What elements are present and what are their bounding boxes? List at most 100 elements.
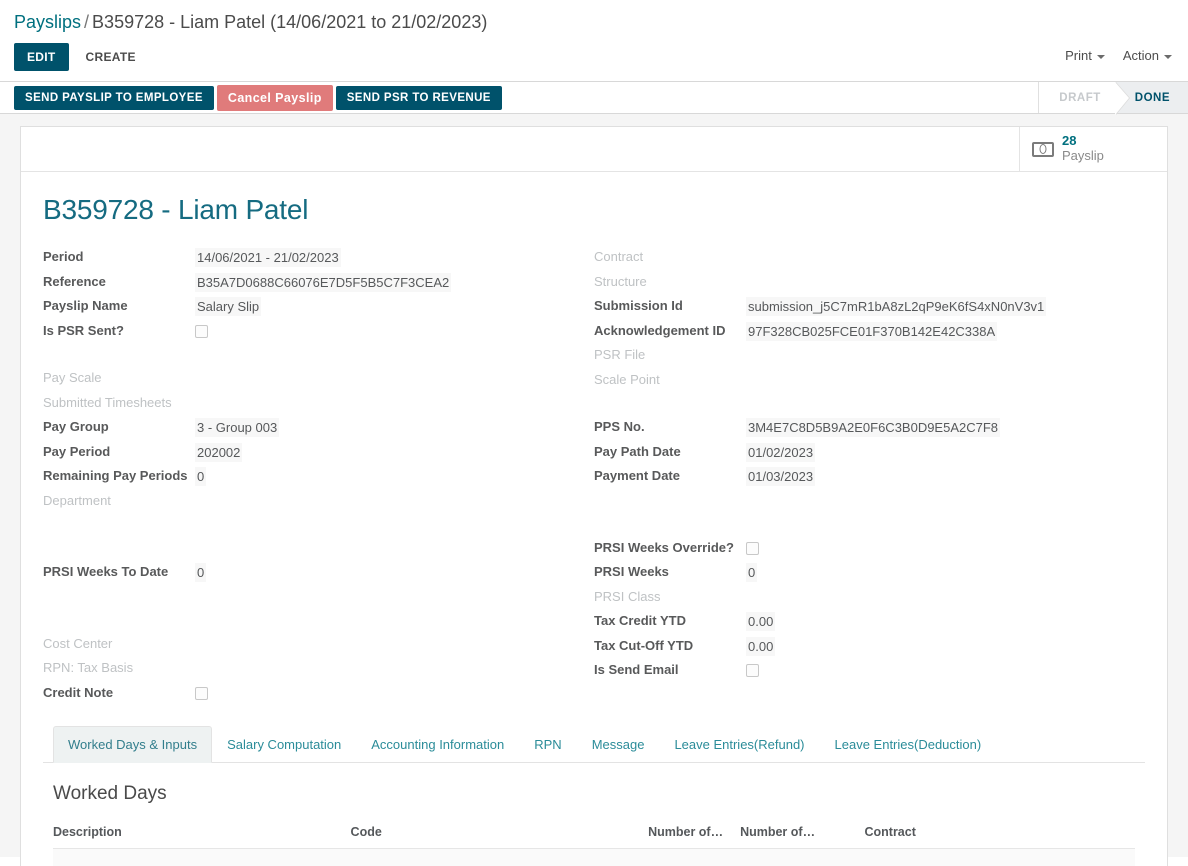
field-row-credit-note: Credit Note: [43, 684, 574, 709]
field-value-rpn-tax-basis[interactable]: [195, 659, 574, 684]
field-value-pay-scale[interactable]: [195, 369, 574, 394]
control-panel-right-menus: Print Action: [1065, 48, 1172, 63]
field-value-cost-center[interactable]: [195, 635, 574, 660]
print-dropdown[interactable]: Print: [1065, 48, 1105, 63]
field-value-acknowledgement-id[interactable]: 97F328CB025FCE01F370B142E42C338A: [746, 321, 1125, 347]
field-spacer: [43, 588, 574, 635]
tab-accounting-information[interactable]: Accounting Information: [356, 726, 519, 763]
field-value-pay-group[interactable]: 3 - Group 003: [195, 418, 574, 443]
field-value-payslip-name[interactable]: Salary Slip: [195, 297, 574, 322]
field-row-scale-point: Scale Point: [594, 371, 1125, 396]
form-left-column: Period 14/06/2021 - 21/02/2023 Reference B3…: [43, 248, 594, 708]
action-dropdown[interactable]: Action: [1123, 48, 1172, 63]
field-row-submission-id: Submission Id submission_j5C7mR1bA8zL2qP9…: [594, 297, 1125, 322]
field-row-structure: Structure: [594, 273, 1125, 298]
table-row[interactable]: [53, 848, 1135, 866]
field-label-rpn-tax-basis: RPN: Tax Basis: [43, 660, 134, 675]
field-value-reference[interactable]: B35A7D0688C66076E7D5F5B5C7F3CEA2: [195, 272, 574, 298]
payslip-count-label: Payslip: [1062, 148, 1104, 163]
field-row-tax-credit-ytd: Tax Credit YTD 0.00: [594, 612, 1125, 637]
field-value-prsi-weeks-to-date[interactable]: 0: [195, 563, 574, 588]
field-label-credit-note: Credit Note: [43, 684, 114, 700]
field-value-prsi-class[interactable]: [746, 588, 1125, 613]
cancel-payslip-button[interactable]: Cancel Payslip: [216, 84, 333, 111]
field-value-pay-period[interactable]: 202002: [195, 442, 574, 468]
tab-rpn[interactable]: RPN: [519, 726, 576, 763]
tab-salary-computation[interactable]: Salary Computation: [212, 726, 356, 763]
field-label-pps-no: PPS No.: [594, 419, 645, 434]
field-value-scale-point[interactable]: [746, 371, 1125, 396]
field-value-remaining-pay-periods[interactable]: 0: [195, 467, 574, 492]
checkbox-prsi-weeks-override[interactable]: [746, 541, 759, 555]
breadcrumb-separator: /: [84, 12, 90, 32]
field-label-submitted-timesheets: Submitted Timesheets: [43, 394, 172, 410]
field-value-tax-credit-ytd[interactable]: 0.00: [746, 612, 1125, 637]
field-value-text-payment-date: 01/03/2023: [746, 467, 816, 486]
field-row-pay-period: Pay Period 202002: [43, 442, 574, 468]
tab-pane-worked-days: Worked Days Description Code Number of… Num…: [43, 763, 1145, 866]
checkbox-is-send-email[interactable]: [746, 664, 759, 677]
tab-leave-entries-refund[interactable]: Leave Entries(Refund): [659, 726, 819, 763]
field-value-submission-id[interactable]: submission_j5C7mR1bA8zL2qP9eK6fS4xN0nV3v…: [746, 297, 1125, 322]
field-row-pay-group: Pay Group 3 - Group 003: [43, 418, 574, 443]
field-label-prsi-class: PRSI Class: [594, 588, 661, 604]
field-value-tax-cut-off-ytd[interactable]: 0.00: [746, 636, 1125, 662]
record-action-buttons: EDIT CREATE: [14, 43, 1174, 81]
left-field-table: Period 14/06/2021 - 21/02/2023 Reference B3…: [43, 248, 574, 708]
field-value-psr-file[interactable]: [746, 346, 1125, 371]
column-header-number-of-3[interactable]: Number of…: [740, 825, 865, 849]
field-spacer: [43, 516, 574, 563]
breadcrumb-root-link[interactable]: Payslips: [14, 12, 81, 32]
field-label-department: Department: [43, 492, 111, 508]
tab-leave-entries-deduction[interactable]: Leave Entries(Deduction): [820, 726, 997, 763]
send-payslip-to-employee-button[interactable]: SEND PAYSLIP TO EMPLOYEE: [14, 85, 214, 110]
field-row-reference: Reference B35A7D0688C66076E7D5F5B5C7F3CEA…: [43, 272, 574, 298]
field-value-is-psr-sent: [195, 322, 574, 347]
field-value-text-pay-path-date: 01/02/2023: [746, 442, 816, 462]
field-value-submitted-timesheets[interactable]: [195, 394, 574, 419]
breadcrumb: Payslips / B359728 - Liam Patel (14/06/202…: [14, 10, 1174, 34]
field-value-structure[interactable]: [746, 273, 1125, 298]
field-value-pps-no[interactable]: 3M4E7C8D5B9A2E0F6C3B0D9E5A2C7F8: [746, 418, 1125, 443]
tab-message[interactable]: Message: [577, 726, 660, 763]
field-row-psr-file: PSR File: [594, 346, 1125, 371]
field-value-text-prsi-weeks: 0: [746, 563, 758, 582]
field-row-department: Department: [43, 492, 574, 517]
checkbox-credit-note[interactable]: [195, 686, 208, 700]
field-value-text-tax-credit-ytd: 0.00: [746, 612, 776, 631]
payslip-count-button[interactable]: 28 Payslip: [1019, 127, 1167, 171]
chevron-down-icon: [1096, 54, 1105, 59]
edit-button[interactable]: EDIT: [14, 43, 69, 71]
field-value-prsi-weeks-override: [746, 539, 1125, 564]
field-value-period[interactable]: 14/06/2021 - 21/02/2023: [195, 248, 574, 273]
field-row-payment-date: Payment Date 01/03/2023: [594, 467, 1125, 492]
tab-worked-days-inputs[interactable]: Worked Days & Inputs: [53, 726, 213, 763]
stage-draft[interactable]: DRAFT: [1039, 82, 1130, 115]
field-value-payment-date[interactable]: 01/03/2023: [746, 467, 1125, 492]
create-button[interactable]: CREATE: [73, 43, 149, 71]
sheet-body: B359728 - Liam Patel Period 14/06/2021 - …: [21, 172, 1167, 866]
column-header-code-1[interactable]: Code: [350, 825, 649, 849]
field-value-credit-note: [195, 684, 574, 709]
form-right-column: Contract Structure Submission Id submission…: [594, 248, 1145, 708]
field-value-text-remaining-pay-periods: 0: [195, 467, 207, 486]
field-row-cost-center: Cost Center: [43, 635, 574, 660]
field-row-pay-path-date: Pay Path Date 01/02/2023: [594, 442, 1125, 468]
field-value-prsi-weeks[interactable]: 0: [746, 563, 1125, 588]
field-row-acknowledgement-id: Acknowledgement ID 97F328CB025FCE01F370B1…: [594, 321, 1125, 347]
column-header-description-0[interactable]: Description: [53, 825, 351, 849]
column-header-number-of-2[interactable]: Number of…: [648, 825, 741, 849]
field-value-contract[interactable]: [746, 248, 1125, 273]
field-label-tax-cut-off-ytd: Tax Cut-Off YTD: [594, 637, 694, 653]
send-psr-to-revenue-button[interactable]: SEND PSR TO REVENUE: [335, 85, 502, 110]
field-value-pay-path-date[interactable]: 01/02/2023: [746, 442, 1125, 468]
stage-arrow-icon: [1114, 82, 1129, 115]
field-row-is-psr-sent: Is PSR Sent?: [43, 322, 574, 347]
checkbox-is-psr-sent[interactable]: [195, 324, 208, 338]
field-value-department[interactable]: [195, 492, 574, 517]
column-header-contract-4[interactable]: Contract: [864, 825, 1135, 849]
notebook-tabs: Worked Days & Inputs Salary Computation Ac…: [43, 726, 1145, 763]
banknote-icon: [1032, 141, 1054, 157]
field-label-psr-file: PSR File: [594, 347, 646, 362]
right-field-table: Contract Structure Submission Id submission…: [594, 248, 1125, 686]
